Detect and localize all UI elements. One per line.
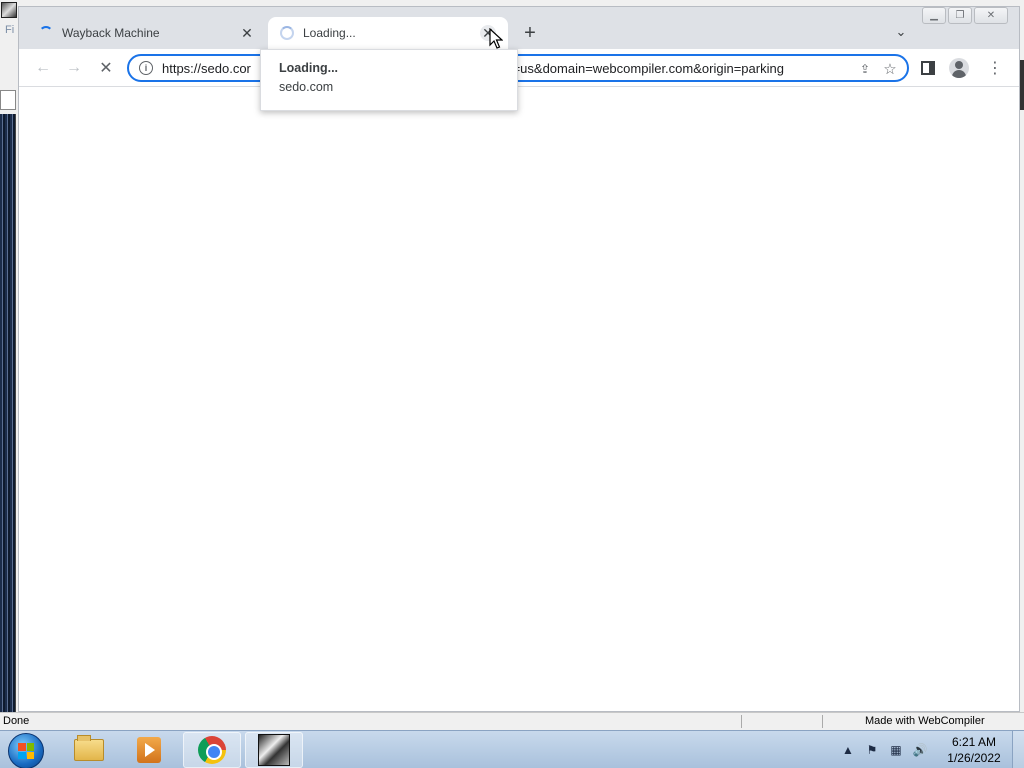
window-controls: ▁ ❐ ✕ [922, 7, 1008, 25]
browser-toolbar: ← → ✕ i https://sedo.cor age=us&domain=we… [19, 49, 1019, 87]
clock-date: 1/26/2022 [947, 751, 1001, 765]
status-divider [741, 715, 742, 728]
volume-icon[interactable]: 🔊 [912, 742, 928, 758]
taskbar: ▲ ⚑ ▦ 🔊 6:21 AM 1/26/2022 [0, 730, 1024, 768]
browser-window: Wayback Machine ✕ Loading... ✕ + ⌄ ▁ ❐ ✕… [18, 6, 1020, 712]
tab-strip: Wayback Machine ✕ Loading... ✕ + ⌄ ▁ ❐ ✕ [19, 7, 1019, 49]
maximize-button[interactable]: ❐ [948, 7, 972, 24]
kebab-menu-icon[interactable]: ⋮ [985, 58, 1005, 78]
network-icon[interactable]: ▦ [888, 742, 904, 758]
tab-hover-card: Loading... sedo.com [260, 49, 518, 111]
status-divider [822, 715, 823, 728]
star-icon[interactable]: ☆ [881, 60, 899, 78]
tab-loading[interactable]: Loading... ✕ [268, 17, 508, 49]
clock[interactable]: 6:21 AM 1/26/2022 [944, 734, 1004, 766]
url-suffix: age=us&domain=webcompiler.com&origin=par… [490, 60, 784, 76]
status-bar: Done Made with WebCompiler [0, 712, 1024, 730]
profile-icon[interactable] [949, 58, 969, 78]
close-window-button[interactable]: ✕ [974, 7, 1008, 24]
plus-icon[interactable]: + [519, 22, 541, 44]
taskbar-webcompiler-app[interactable] [245, 732, 303, 768]
arrow-right-icon[interactable]: → [63, 57, 85, 79]
taskbar-chrome[interactable] [183, 732, 241, 768]
status-text: Done [3, 715, 30, 727]
chrome-icon [198, 736, 226, 764]
info-icon[interactable]: i [139, 61, 153, 75]
taskbar-explorer[interactable] [60, 732, 118, 768]
chevron-down-icon[interactable]: ⌄ [891, 22, 911, 42]
tab-wayback-machine[interactable]: Wayback Machine ✕ [27, 17, 267, 49]
tab-title: Wayback Machine [62, 26, 160, 40]
clock-time: 6:21 AM [951, 735, 997, 749]
url-prefix: https://sedo.cor [162, 60, 251, 76]
profile-body [952, 70, 966, 78]
action-center-icon[interactable]: ⚑ [864, 742, 880, 758]
media-player-icon [137, 737, 161, 763]
start-button[interactable] [8, 733, 44, 768]
page-content [19, 87, 1019, 711]
loading-spinner-icon [39, 26, 53, 40]
folder-icon [74, 735, 104, 761]
share-icon[interactable]: ⇪ [857, 61, 873, 77]
hover-card-title: Loading... [279, 61, 339, 75]
system-tray: ▲ ⚑ ▦ 🔊 [840, 731, 928, 768]
status-credit: Made with WebCompiler [865, 715, 985, 727]
address-bar[interactable]: i https://sedo.cor age=us&domain=webcompi… [127, 54, 909, 82]
tab-title: Loading... [303, 26, 356, 40]
taskbar-media-player[interactable] [120, 732, 178, 768]
mouse-cursor-icon [489, 28, 503, 49]
outer-menu-stub[interactable]: Fi [5, 24, 14, 36]
show-desktop-button[interactable] [1012, 731, 1024, 768]
outer-left-input[interactable] [0, 90, 16, 110]
stop-icon[interactable]: ✕ [95, 57, 117, 79]
side-panel-icon[interactable] [921, 61, 935, 75]
windows-logo-icon [18, 743, 34, 759]
hover-card-domain: sedo.com [279, 80, 334, 94]
app-icon [258, 734, 290, 766]
profile-head [955, 61, 963, 69]
arrow-left-icon[interactable]: ← [32, 57, 54, 79]
chevron-up-icon[interactable]: ▲ [840, 742, 856, 758]
minimize-button[interactable]: ▁ [922, 7, 946, 24]
close-icon[interactable]: ✕ [239, 25, 255, 41]
loading-spinner-icon [280, 26, 294, 40]
outer-app-icon [1, 2, 17, 18]
outer-left-strip [0, 114, 16, 712]
